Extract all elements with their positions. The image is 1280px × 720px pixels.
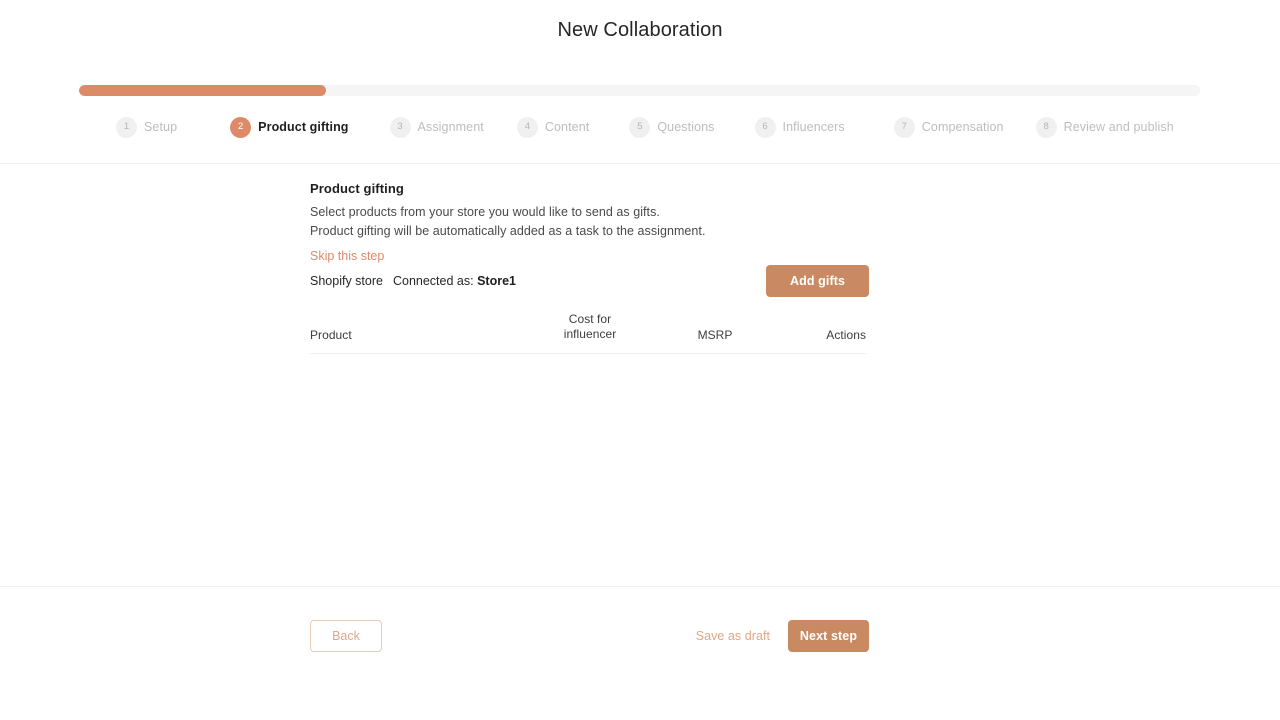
step-label: Influencers: [783, 120, 845, 134]
skip-this-step-link[interactable]: Skip this step: [310, 249, 384, 263]
shopify-store-row: Shopify store Connected as: Store1 Add g…: [310, 265, 869, 297]
progress-bar-track: [79, 85, 1200, 96]
cost-header-line-2: influencer: [564, 327, 617, 341]
page-title: New Collaboration: [0, 19, 1280, 42]
step-product-gifting[interactable]: 2 Product gifting: [230, 117, 348, 138]
footer-actions: Back Save as draft Next step: [310, 620, 869, 652]
store-connection-status: Connected as: Store1: [393, 274, 516, 288]
progress-bar-fill: [79, 85, 326, 96]
step-questions[interactable]: 5 Questions: [629, 117, 714, 138]
step-label: Content: [545, 120, 589, 134]
product-gifting-panel: Product gifting Select products from you…: [310, 181, 866, 265]
shopify-store-label: Shopify store: [310, 274, 383, 288]
wizard-footer: Back Save as draft Next step: [0, 587, 1280, 720]
save-as-draft-button[interactable]: Save as draft: [696, 629, 788, 643]
step-setup[interactable]: 1 Setup: [116, 117, 177, 138]
step-number-badge: 3: [390, 117, 411, 138]
step-label: Review and publish: [1064, 120, 1174, 134]
step-label: Setup: [144, 120, 177, 134]
section-description-line-1: Select products from your store you woul…: [310, 203, 866, 222]
step-number-badge: 6: [755, 117, 776, 138]
step-number-badge: 7: [894, 117, 915, 138]
main-content: Product gifting Select products from you…: [0, 164, 1280, 587]
next-step-button[interactable]: Next step: [788, 620, 869, 652]
cost-header-line-1: Cost for: [569, 312, 611, 326]
back-button[interactable]: Back: [310, 620, 382, 652]
wizard-stepper: 1 Setup 2 Product gifting 3 Assignment 4…: [116, 113, 1204, 141]
add-gifts-button[interactable]: Add gifts: [766, 265, 869, 297]
section-title: Product gifting: [310, 181, 866, 196]
column-header-product: Product: [310, 312, 520, 354]
step-number-badge: 4: [517, 117, 538, 138]
gift-table-head: Product Cost for influencer MSRP Actions: [310, 312, 866, 354]
column-header-msrp: MSRP: [660, 312, 770, 354]
step-influencers[interactable]: 6 Influencers: [755, 117, 845, 138]
step-assignment[interactable]: 3 Assignment: [390, 117, 484, 138]
connected-store-name: Store1: [477, 274, 516, 288]
section-description-line-2: Product gifting will be automatically ad…: [310, 222, 866, 241]
step-number-badge: 5: [629, 117, 650, 138]
column-header-actions: Actions: [770, 312, 866, 354]
step-label: Compensation: [922, 120, 1004, 134]
step-content[interactable]: 4 Content: [517, 117, 589, 138]
column-header-cost-for-influencer: Cost for influencer: [520, 312, 660, 354]
gift-table-header-row: Product Cost for influencer MSRP Actions: [310, 312, 866, 354]
step-number-badge: 2: [230, 117, 251, 138]
step-number-badge: 1: [116, 117, 137, 138]
gift-products-table: Product Cost for influencer MSRP Actions: [310, 312, 866, 354]
step-label: Product gifting: [258, 120, 348, 134]
step-label: Assignment: [418, 120, 484, 134]
new-collaboration-page: New Collaboration 1 Setup 2 Product gift…: [0, 0, 1280, 720]
step-compensation[interactable]: 7 Compensation: [894, 117, 1004, 138]
page-header: New Collaboration 1 Setup 2 Product gift…: [0, 0, 1280, 164]
connected-as-prefix: Connected as:: [393, 274, 474, 288]
step-review-and-publish[interactable]: 8 Review and publish: [1036, 117, 1174, 138]
step-label: Questions: [657, 120, 714, 134]
step-number-badge: 8: [1036, 117, 1057, 138]
